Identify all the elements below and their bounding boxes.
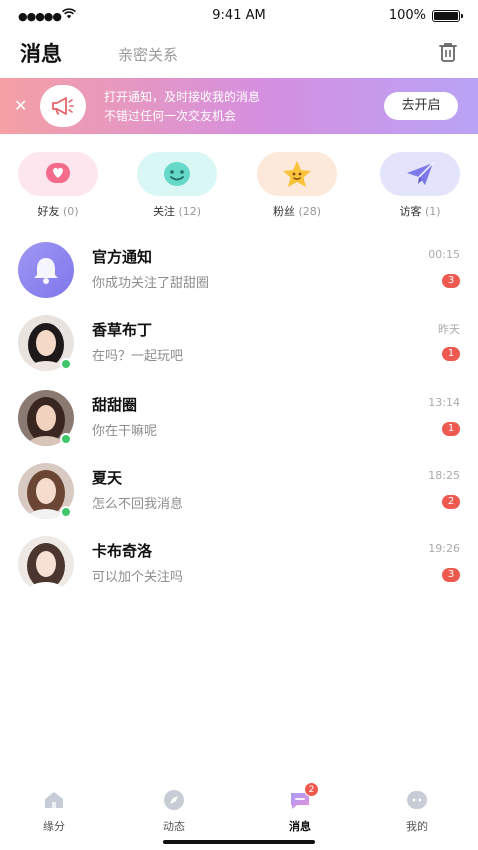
shortcut-fans-label: 粉丝 bbox=[272, 205, 295, 218]
bell-icon bbox=[18, 242, 74, 298]
shortcut-following-label: 关注 bbox=[152, 205, 175, 218]
conversation-time: 昨天 bbox=[438, 323, 460, 336]
conversation-row[interactable]: 甜甜圈 你在干嘛呢 13:14 1 bbox=[0, 384, 478, 454]
conversation-name: 官方通知 bbox=[92, 248, 153, 266]
tab-profile-label: 我的 bbox=[406, 820, 428, 833]
online-indicator bbox=[60, 433, 72, 445]
shortcut-friends-count: (0) bbox=[62, 205, 79, 218]
tab-moments[interactable]: 动态 bbox=[144, 788, 204, 834]
shortcut-friends-label: 好友 bbox=[37, 205, 60, 218]
notification-banner: ✕ 打开通知，及时接收我的消息 不错过任何一次交友机会 去开启 bbox=[0, 78, 478, 134]
conversation-preview: 你在干嘛呢 bbox=[92, 424, 158, 439]
tab-messages-badge: 2 bbox=[304, 782, 319, 797]
shortcut-following[interactable]: 关注 (12) bbox=[137, 152, 217, 220]
shortcut-fans-count: (28) bbox=[298, 205, 322, 218]
smiley-icon bbox=[137, 152, 217, 196]
paper-plane-icon bbox=[380, 152, 460, 196]
unread-badge: 3 bbox=[442, 568, 460, 582]
shortcut-following-count: (12) bbox=[178, 205, 202, 218]
conversation-time: 13:14 bbox=[428, 396, 460, 409]
conversation-time: 18:25 bbox=[428, 469, 460, 482]
unread-badge: 2 bbox=[442, 495, 460, 509]
tab-intimate-relations[interactable]: 亲密关系 bbox=[118, 44, 178, 65]
conversation-preview: 在吗？一起玩吧 bbox=[92, 349, 184, 364]
conversation-row[interactable]: 香草布丁 在吗？一起玩吧 昨天 1 bbox=[0, 309, 478, 379]
unread-badge: 1 bbox=[442, 347, 460, 361]
conversation-name: 香草布丁 bbox=[92, 321, 153, 339]
shortcut-visitors[interactable]: 访客 (1) bbox=[380, 152, 460, 220]
bottom-tab-bar: 缘分 动态 2 消息 我的 bbox=[0, 776, 478, 850]
enable-notifications-button[interactable]: 去开启 bbox=[384, 92, 458, 120]
battery-percent: 100% bbox=[388, 8, 426, 23]
tab-match-label: 缘分 bbox=[43, 820, 65, 833]
online-indicator bbox=[60, 506, 72, 518]
trash-icon[interactable] bbox=[436, 40, 460, 64]
shortcut-friends[interactable]: 好友 (0) bbox=[18, 152, 98, 220]
conversation-row[interactable]: 夏天 怎么不回我消息 18:25 2 bbox=[0, 457, 478, 527]
unread-badge: 1 bbox=[442, 422, 460, 436]
conversation-name: 甜甜圈 bbox=[92, 396, 138, 414]
shortcut-fans[interactable]: 粉丝 (28) bbox=[257, 152, 337, 220]
header: 消息 亲密关系 bbox=[0, 34, 478, 74]
close-icon[interactable]: ✕ bbox=[14, 96, 27, 116]
heart-icon bbox=[18, 152, 98, 196]
shortcut-row: 好友 (0) 关注 (12) 粉丝 (28) 访客 (1) bbox=[0, 152, 478, 222]
conversation-time: 00:15 bbox=[428, 248, 460, 261]
banner-text-line1: 打开通知，及时接收我的消息 bbox=[104, 90, 261, 104]
home-icon bbox=[42, 788, 66, 812]
conversation-time: 19:26 bbox=[428, 542, 460, 555]
compass-icon bbox=[162, 788, 186, 812]
shortcut-visitors-count: (1) bbox=[424, 205, 441, 218]
star-icon bbox=[257, 152, 337, 196]
banner-text-line2: 不错过任何一次交友机会 bbox=[104, 109, 237, 123]
tab-match[interactable]: 缘分 bbox=[24, 788, 84, 834]
conversation-preview: 可以加个关注吗 bbox=[92, 570, 184, 585]
online-indicator bbox=[60, 358, 72, 370]
shortcut-visitors-label: 访客 bbox=[399, 205, 422, 218]
tab-messages[interactable]: 消息 bbox=[20, 38, 62, 68]
conversation-row[interactable]: 官方通知 你成功关注了甜甜圈 00:15 3 bbox=[0, 236, 478, 306]
conversation-row[interactable]: 卡布奇洛 可以加个关注吗 19:26 3 bbox=[0, 530, 478, 600]
unread-badge: 3 bbox=[442, 274, 460, 288]
status-bar: ●●●●● 9:41 AM 100% bbox=[0, 0, 478, 32]
tab-moments-label: 动态 bbox=[163, 820, 185, 833]
tab-messages-bottom[interactable]: 2 消息 bbox=[270, 782, 330, 834]
tab-messages-label: 消息 bbox=[289, 820, 311, 833]
conversation-preview: 你成功关注了甜甜圈 bbox=[92, 276, 210, 291]
avatar bbox=[18, 536, 74, 592]
conversation-name: 卡布奇洛 bbox=[92, 542, 153, 560]
battery-icon bbox=[432, 10, 463, 22]
home-indicator bbox=[163, 840, 315, 844]
conversation-preview: 怎么不回我消息 bbox=[92, 497, 184, 512]
conversation-name: 夏天 bbox=[92, 469, 123, 487]
profile-icon bbox=[405, 788, 429, 812]
tab-profile[interactable]: 我的 bbox=[387, 788, 447, 834]
megaphone-icon bbox=[40, 85, 86, 127]
